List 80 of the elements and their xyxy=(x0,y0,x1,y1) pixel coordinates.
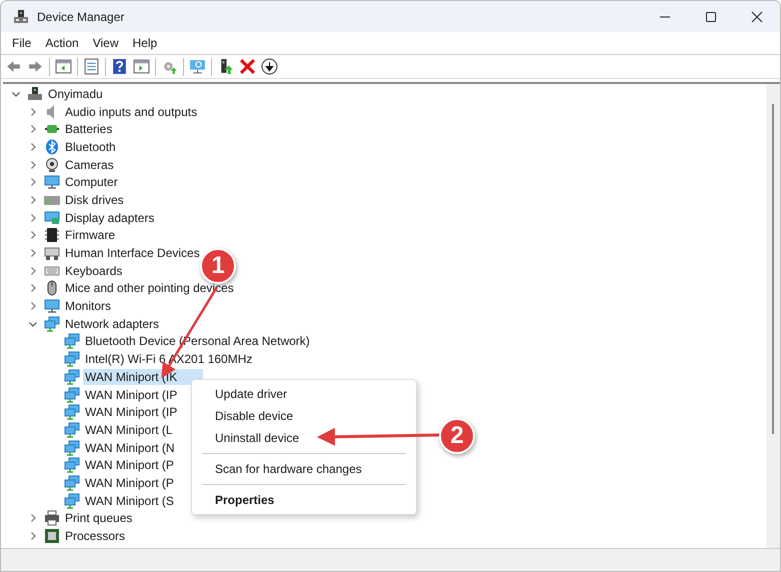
tree-item[interactable]: Bluetooth xyxy=(63,138,118,155)
tree-item[interactable]: Monitors xyxy=(63,298,114,314)
tree-item[interactable]: Disk drives xyxy=(63,192,126,208)
bluetooth-icon xyxy=(44,138,60,155)
tree-item[interactable]: Firmware xyxy=(63,227,117,244)
computer-icon xyxy=(27,86,43,102)
download-icon[interactable] xyxy=(261,58,278,75)
menu-item[interactable]: Uninstall device xyxy=(192,427,416,449)
window-icon[interactable] xyxy=(133,58,150,75)
help-icon[interactable] xyxy=(111,58,128,75)
tree-item[interactable]: Keyboards xyxy=(63,262,124,279)
network-icon xyxy=(64,457,80,474)
camera-icon xyxy=(44,156,60,173)
monitor-icon xyxy=(44,174,60,190)
expand-chevron-icon[interactable] xyxy=(28,230,38,240)
menu-item[interactable]: Disable device xyxy=(192,405,416,427)
chip-icon xyxy=(44,227,60,244)
chip-icon xyxy=(44,528,60,544)
expand-chevron-icon[interactable] xyxy=(28,531,38,542)
close-icon[interactable] xyxy=(751,10,763,22)
tree-item[interactable]: Display adapters xyxy=(63,210,156,226)
menu-item[interactable]: Action xyxy=(38,36,86,50)
expand-chevron-icon[interactable] xyxy=(28,212,38,223)
tree-item[interactable]: WAN Miniport (IP xyxy=(83,386,180,403)
network-icon xyxy=(64,386,80,403)
tree-item[interactable]: Cameras xyxy=(63,156,116,173)
network-icon xyxy=(64,368,80,385)
tree-item[interactable]: WAN Miniport (IP xyxy=(83,404,180,420)
tree-item[interactable]: WAN Miniport (P xyxy=(83,457,176,474)
tree-item[interactable]: Processors xyxy=(63,528,128,544)
computer-icon xyxy=(13,8,29,24)
monitor-search-icon[interactable] xyxy=(189,58,206,75)
expand-chevron-icon[interactable] xyxy=(28,301,38,312)
network-icon xyxy=(44,316,60,332)
tree-item[interactable]: Audio inputs and outputs xyxy=(63,104,200,120)
expand-chevron-icon[interactable] xyxy=(28,266,38,276)
menu-item[interactable]: Help xyxy=(126,36,164,50)
menu-item[interactable]: View xyxy=(86,36,126,50)
step-badge: 1 xyxy=(200,248,236,284)
expand-chevron-icon[interactable] xyxy=(28,177,38,188)
expand-chevron-icon[interactable] xyxy=(28,194,38,205)
minimize-icon[interactable] xyxy=(659,16,671,18)
tree-item[interactable]: Network adapters xyxy=(63,316,162,332)
network-icon xyxy=(64,422,80,438)
expand-chevron-icon[interactable] xyxy=(28,513,38,524)
scrollbar[interactable] xyxy=(766,84,780,548)
expand-chevron-icon[interactable] xyxy=(28,106,38,117)
document-icon[interactable] xyxy=(83,58,100,75)
delete-icon[interactable] xyxy=(239,58,256,75)
network-icon xyxy=(64,351,80,368)
expand-chevron-icon[interactable] xyxy=(28,248,38,258)
expand-chevron-icon[interactable] xyxy=(28,124,38,134)
tree-item[interactable]: Onyimadu xyxy=(46,86,105,102)
menu-item[interactable]: Update driver xyxy=(192,383,416,405)
tree-item[interactable]: Human Interface Devices xyxy=(63,245,202,262)
tree-item[interactable]: Print queues xyxy=(63,510,134,526)
network-icon xyxy=(64,404,80,420)
tree-item[interactable]: WAN Miniport (P xyxy=(83,474,176,491)
network-icon xyxy=(64,333,80,350)
monitor-icon xyxy=(44,298,60,314)
tree-item[interactable]: WAN Miniport (N xyxy=(83,440,177,456)
menu-item[interactable]: File xyxy=(5,36,38,50)
window-title: Device Manager xyxy=(37,10,124,24)
printer-icon xyxy=(44,510,60,526)
menu-item[interactable]: Properties xyxy=(192,489,416,511)
window-icon[interactable] xyxy=(55,58,72,75)
tree-item[interactable]: Batteries xyxy=(63,121,114,138)
network-icon xyxy=(64,474,80,491)
menu-item[interactable]: Scan for hardware changes xyxy=(192,458,416,480)
maximize-icon[interactable] xyxy=(705,10,717,22)
monitor-icon xyxy=(44,210,60,226)
expand-chevron-icon[interactable] xyxy=(28,142,38,152)
expand-chevron-icon[interactable] xyxy=(28,160,38,170)
tree-item[interactable]: WAN Miniport (L xyxy=(83,422,175,438)
expand-chevron-icon[interactable] xyxy=(28,283,38,294)
tree-item[interactable]: WAN Miniport (S xyxy=(83,492,176,509)
tree-item[interactable]: Computer xyxy=(63,174,120,190)
step-badge: 2 xyxy=(439,418,475,454)
network-icon xyxy=(64,440,80,456)
network-icon xyxy=(64,492,80,509)
